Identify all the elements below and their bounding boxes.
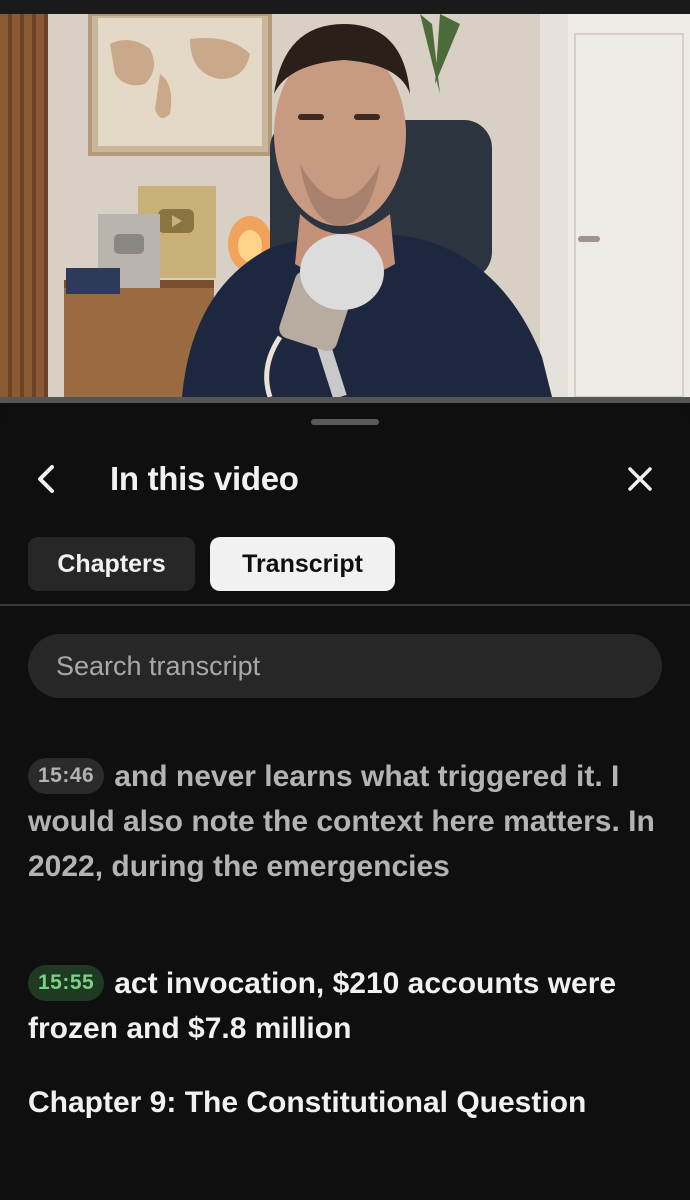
video-player[interactable] (0, 0, 690, 403)
segment-text: and never learns what triggered it. I wo… (28, 760, 655, 883)
chapter-heading: Chapter 9: The Constitutional Question (28, 1086, 587, 1119)
segment-text: act invocation, $210 accounts were froze… (28, 967, 617, 1045)
drag-handle[interactable] (311, 419, 379, 425)
back-button[interactable] (28, 459, 68, 499)
close-icon (628, 467, 652, 491)
transcript-segment-active[interactable]: 15:55 act invocation, $210 accounts were … (28, 961, 668, 1051)
tab-transcript[interactable]: Transcript (210, 537, 395, 591)
panel-header: In this video (0, 443, 690, 515)
segment-timestamp-active[interactable]: 15:55 (28, 965, 105, 1001)
tab-divider (0, 604, 690, 606)
video-top-bar (0, 0, 690, 14)
search-transcript-input[interactable]: Search transcript (28, 634, 662, 698)
video-frame (0, 14, 690, 397)
in-this-video-panel: In this video Chapters Transcript Search… (0, 403, 690, 1200)
transcript-segment[interactable]: 15:46 and never learns what triggered it.… (28, 754, 668, 889)
tab-chapters[interactable]: Chapters (28, 537, 195, 591)
close-button[interactable] (620, 459, 660, 499)
segment-timestamp[interactable]: 15:46 (28, 758, 105, 794)
panel-title: In this video (110, 460, 299, 497)
chevron-left-icon (38, 465, 54, 493)
